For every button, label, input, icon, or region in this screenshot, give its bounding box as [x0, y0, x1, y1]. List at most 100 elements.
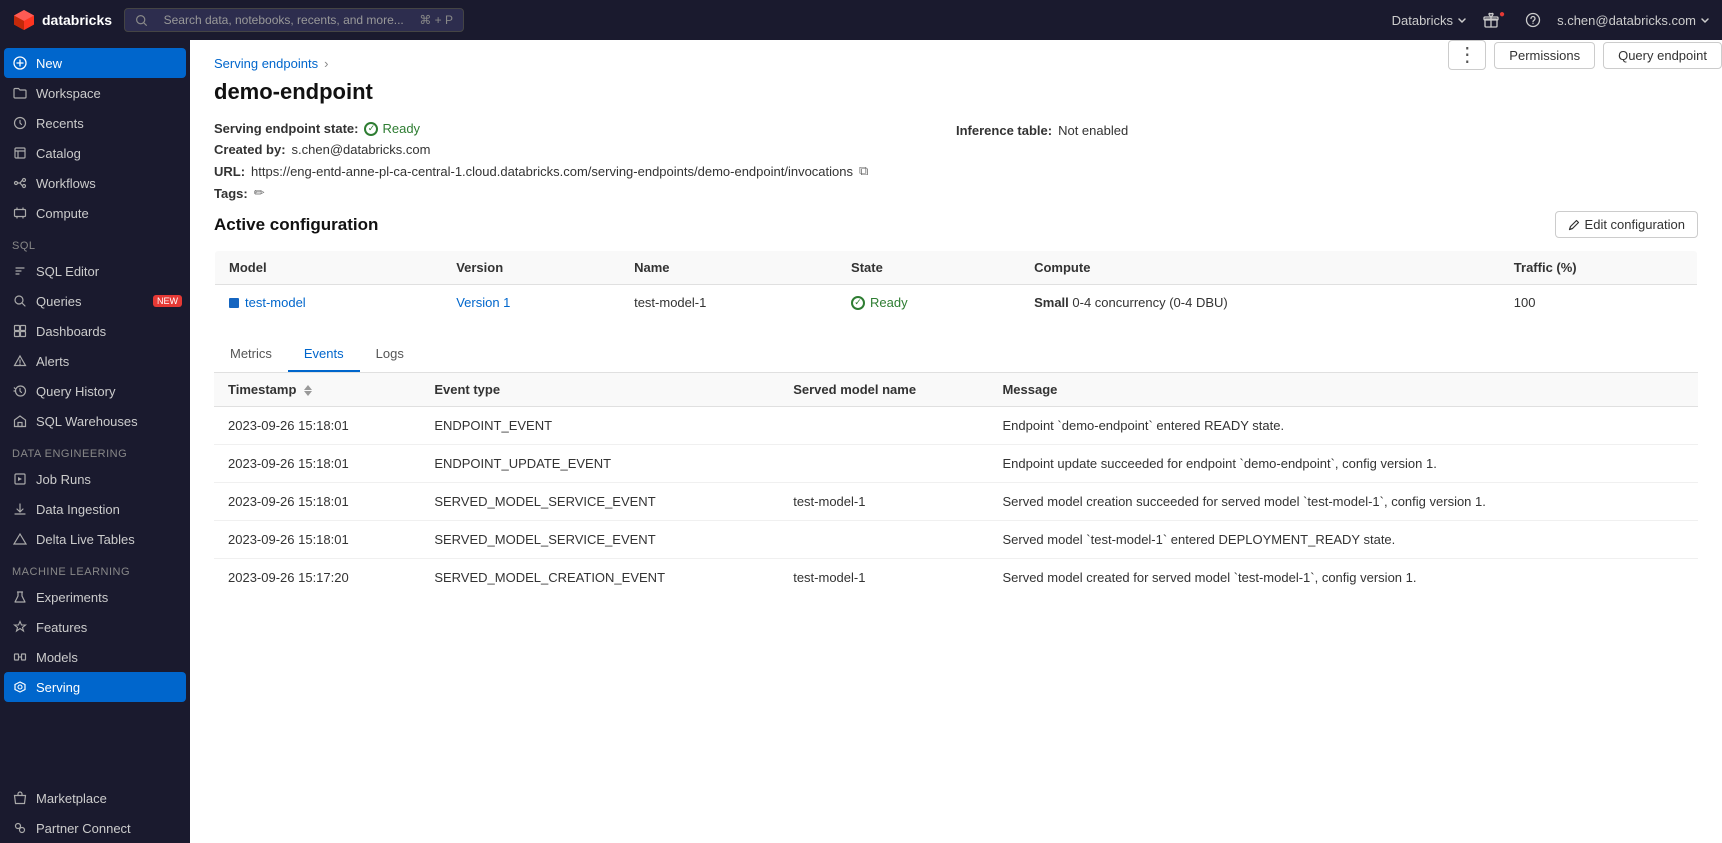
search-shortcut: ⌘ + P [419, 13, 453, 27]
sidebar-item-sql-editor-label: SQL Editor [36, 264, 99, 279]
ready-icon [364, 122, 378, 136]
sidebar-item-marketplace[interactable]: Marketplace [0, 783, 190, 813]
sidebar-item-serving[interactable]: Serving [4, 672, 186, 702]
tags-row: Tags: ✏ [214, 185, 956, 201]
sidebar-item-new[interactable]: New [4, 48, 186, 78]
sidebar-item-marketplace-label: Marketplace [36, 791, 107, 806]
workflow-icon [12, 175, 28, 191]
gift-icon [1483, 12, 1499, 28]
sidebar-item-queries[interactable]: Queries NEW [0, 286, 190, 316]
list-item: 2023-09-26 15:18:01 SERVED_MODEL_SERVICE… [214, 521, 1698, 559]
sidebar-item-experiments-label: Experiments [36, 590, 108, 605]
tab-metrics[interactable]: Metrics [214, 337, 288, 372]
breadcrumb-parent[interactable]: Serving endpoints [214, 56, 318, 71]
sidebar-item-workspace[interactable]: Workspace [0, 78, 190, 108]
model-link[interactable]: test-model [229, 295, 428, 310]
sidebar-item-features[interactable]: Features [0, 612, 190, 642]
history-icon [12, 383, 28, 399]
search-icon [135, 14, 148, 27]
folder-icon [12, 85, 28, 101]
tab-events[interactable]: Events [288, 337, 360, 372]
chevron-down-icon [1457, 15, 1467, 25]
sidebar-item-job-runs[interactable]: Job Runs [0, 464, 190, 494]
sidebar-item-dashboards[interactable]: Dashboards [0, 316, 190, 346]
machine-learning-label: Machine Learning [0, 554, 190, 582]
cell-event-type: ENDPOINT_EVENT [420, 407, 779, 445]
cell-state: ✓ Ready [837, 285, 1020, 321]
cell-event-type: ENDPOINT_UPDATE_EVENT [420, 445, 779, 483]
sidebar-item-data-ingestion-label: Data Ingestion [36, 502, 120, 517]
state-value: Ready [364, 121, 420, 136]
cell-compute: Small 0-4 concurrency (0-4 DBU) [1020, 285, 1500, 321]
sidebar-item-catalog-label: Catalog [36, 146, 81, 161]
edit-config-button[interactable]: Edit configuration [1555, 211, 1698, 238]
user-chevron-icon [1700, 15, 1710, 25]
page-actions: ⋮ Permissions Query endpoint [1448, 40, 1722, 70]
logo[interactable]: databricks [12, 8, 112, 32]
cell-message: Endpoint update succeeded for endpoint `… [988, 445, 1698, 483]
workspace-selector[interactable]: Databricks [1392, 13, 1467, 28]
sql-icon [12, 263, 28, 279]
delta-icon [12, 531, 28, 547]
model-color-indicator [229, 298, 239, 308]
col-state: State [837, 251, 1020, 285]
url-row: URL: https://eng-entd-anne-pl-ca-central… [214, 163, 956, 179]
query-endpoint-button[interactable]: Query endpoint [1603, 42, 1722, 69]
features-icon [12, 619, 28, 635]
help-button[interactable] [1525, 12, 1541, 28]
user-menu[interactable]: s.chen@databricks.com [1557, 13, 1710, 28]
edit-config-label: Edit configuration [1585, 217, 1685, 232]
timestamp-sort-icon[interactable] [304, 385, 312, 396]
col-traffic: Traffic (%) [1500, 251, 1698, 285]
cell-served-model-name: test-model-1 [779, 559, 988, 597]
sidebar-item-features-label: Features [36, 620, 87, 635]
plus-icon [12, 55, 28, 71]
job-icon [12, 471, 28, 487]
user-email: s.chen@databricks.com [1557, 13, 1696, 28]
list-item: 2023-09-26 15:18:01 ENDPOINT_UPDATE_EVEN… [214, 445, 1698, 483]
sidebar-item-experiments[interactable]: Experiments [0, 582, 190, 612]
alert-icon [12, 353, 28, 369]
top-header: databricks Search data, notebooks, recen… [0, 0, 1722, 40]
cell-name: test-model-1 [620, 285, 837, 321]
url-value: https://eng-entd-anne-pl-ca-central-1.cl… [251, 164, 853, 179]
sidebar-item-query-history[interactable]: Query History [0, 376, 190, 406]
databricks-logo-icon [12, 8, 36, 32]
sidebar-item-compute[interactable]: Compute [0, 198, 190, 228]
info-right: Inference table: Not enabled [956, 121, 1698, 201]
sidebar-item-delta-live-tables[interactable]: Delta Live Tables [0, 524, 190, 554]
sidebar-item-sql-warehouses-label: SQL Warehouses [36, 414, 138, 429]
tab-logs[interactable]: Logs [360, 337, 420, 372]
sidebar-item-sql-warehouses[interactable]: SQL Warehouses [0, 406, 190, 436]
sidebar-item-job-runs-label: Job Runs [36, 472, 91, 487]
sidebar-item-catalog[interactable]: Catalog [0, 138, 190, 168]
sidebar-item-models[interactable]: Models [0, 642, 190, 672]
models-icon [12, 649, 28, 665]
inference-value: Not enabled [1058, 123, 1128, 138]
edit-tags-button[interactable]: ✏ [254, 185, 265, 201]
sidebar-item-sql-editor[interactable]: SQL Editor [0, 256, 190, 286]
sidebar-item-alerts[interactable]: Alerts [0, 346, 190, 376]
sidebar-item-new-label: New [36, 56, 62, 71]
inference-label: Inference table: [956, 123, 1052, 138]
more-options-button[interactable]: ⋮ [1448, 40, 1486, 70]
sidebar-item-serving-label: Serving [36, 680, 80, 695]
sidebar-item-partner-connect[interactable]: Partner Connect [0, 813, 190, 843]
version-link[interactable]: Version 1 [456, 295, 510, 310]
cell-served-model-name [779, 521, 988, 559]
events-table: Timestamp Event type Served model name M… [214, 373, 1698, 596]
marketplace-icon [12, 790, 28, 806]
search-bar[interactable]: Search data, notebooks, recents, and mor… [124, 8, 464, 32]
sidebar-item-recents[interactable]: Recents [0, 108, 190, 138]
state-label: Serving endpoint state: [214, 121, 358, 136]
copy-url-button[interactable]: ⧉ [859, 163, 868, 179]
main-layout: New Workspace Recents Catalog Workflows [0, 40, 1722, 843]
dashboard-icon [12, 323, 28, 339]
sidebar-item-workflows[interactable]: Workflows [0, 168, 190, 198]
cell-timestamp: 2023-09-26 15:17:20 [214, 559, 420, 597]
permissions-button[interactable]: Permissions [1494, 42, 1595, 69]
sidebar-item-dashboards-label: Dashboards [36, 324, 106, 339]
sidebar-item-data-ingestion[interactable]: Data Ingestion [0, 494, 190, 524]
info-left: Serving endpoint state: Ready Created by… [214, 121, 956, 201]
gift-button[interactable]: ● [1483, 12, 1509, 28]
